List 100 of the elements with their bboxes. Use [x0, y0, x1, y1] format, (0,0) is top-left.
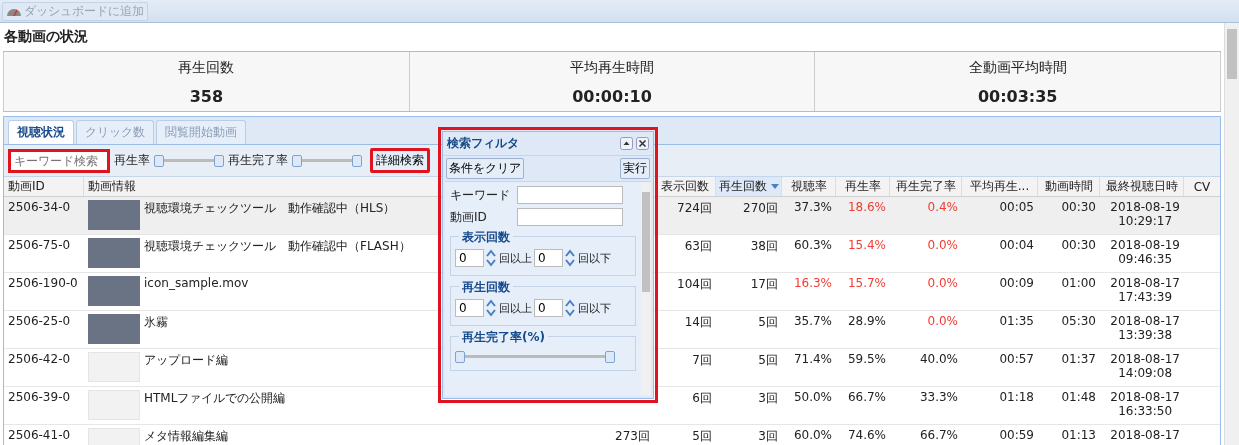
column-header[interactable]: 視聴率 [782, 177, 836, 196]
slider-thumb[interactable] [154, 154, 164, 167]
table-cell: 7回 [692, 352, 712, 369]
table-cell: 01:13 [1061, 428, 1096, 442]
table-cell: 724回 [677, 200, 712, 217]
spinner-arrows-icon[interactable] [564, 298, 576, 318]
field-label: 動画ID [450, 208, 488, 226]
summary-label: 全動画平均時間 [967, 59, 1068, 77]
video-title: 氷霧 [144, 314, 168, 331]
table-cell: 15.7% [847, 276, 886, 290]
column-header[interactable]: 再生回数 [716, 177, 782, 196]
table-cell: 6回 [692, 390, 712, 407]
table-cell: 0.0% [927, 276, 958, 290]
spinner-arrows-icon[interactable] [564, 248, 576, 268]
table-cell: 01:00 [1061, 276, 1096, 290]
slider-thumb[interactable] [455, 351, 465, 363]
detail-search-button[interactable]: 詳細検索 [370, 148, 430, 173]
number-field[interactable]: 0 [534, 299, 563, 317]
slider-label: 再生完了率 [228, 152, 288, 169]
column-header[interactable]: 最終視聴日時 [1100, 177, 1184, 196]
column-header[interactable]: CV [1184, 177, 1220, 196]
video-title: 視聴環境チェックツール 動作確認中（HLS） [144, 200, 396, 217]
table-cell: 37.3% [793, 200, 832, 214]
video-title: 視聴環境チェックツール 動作確認中（FLASH） [144, 238, 411, 255]
column-header[interactable]: 平均再生... [962, 177, 1038, 196]
tab[interactable]: 視聴状況 [8, 120, 74, 144]
table-cell: 01:37 [1061, 352, 1096, 366]
table-cell: 5回 [758, 352, 778, 369]
table-cell: 33.3% [919, 390, 958, 404]
close-icon[interactable] [636, 137, 649, 150]
table-cell: 15.4% [847, 238, 886, 252]
table-cell: 35.7% [793, 314, 832, 328]
video-id: 2506-41-0 [8, 428, 71, 442]
table-cell: 00:09 [999, 276, 1034, 290]
summary-value: 00:03:35 [976, 87, 1059, 106]
spinner-arrows-icon[interactable] [485, 298, 497, 318]
group-title: 再生完了率(%) [459, 329, 548, 346]
table-cell: 00:30 [1061, 238, 1096, 252]
table-cell: 2018-08-17 14:09:08 [1110, 352, 1180, 380]
slider-thumb[interactable] [605, 351, 615, 363]
table-cell: 40.0% [919, 352, 958, 366]
column-header[interactable]: 再生完了率 [890, 177, 962, 196]
table-cell: 28.9% [847, 314, 886, 328]
table-row[interactable]: 2506-41-0 メタ情報編集編 273回 5回 3回 60.0% 74.6% 66.7% 00:59 01:13 2018-08-17 [4, 425, 1220, 445]
number-field[interactable]: 0 [534, 249, 563, 267]
column-header[interactable]: 動画時間 [1038, 177, 1100, 196]
table-cell: 0.0% [927, 238, 958, 252]
table-cell: 2018-08-19 10:29:17 [1110, 200, 1180, 228]
slider-thumb[interactable] [214, 154, 224, 167]
spinner-arrows-icon[interactable] [485, 248, 497, 268]
summary-value: 358 [188, 87, 225, 106]
table-cell: 63回 [684, 238, 712, 255]
clear-conditions-button[interactable]: 条件をクリア [446, 158, 524, 179]
table-cell: 17回 [750, 276, 778, 293]
table-cell: 50.0% [793, 390, 832, 404]
table-cell: 01:35 [999, 314, 1034, 328]
slider-label: 再生率 [114, 152, 150, 169]
table-cell: 71.4% [793, 352, 832, 366]
table-cell: 16.3% [793, 276, 832, 290]
table-cell: 3回 [758, 390, 778, 407]
collapse-icon[interactable] [620, 137, 633, 150]
table-cell: 2018-08-19 09:46:35 [1110, 238, 1180, 266]
slider-thumb[interactable] [352, 154, 362, 167]
text-input-field[interactable] [517, 186, 623, 204]
slider-thumb[interactable] [292, 154, 302, 167]
table-cell: 5回 [692, 428, 712, 445]
column-header[interactable]: 動画ID [4, 177, 84, 196]
table-cell: 273回 [615, 428, 650, 445]
summary-value: 00:00:10 [571, 87, 653, 106]
run-button[interactable]: 実行 [620, 158, 650, 179]
table-cell: 66.7% [919, 428, 958, 442]
table-cell: 01:18 [999, 390, 1034, 404]
table-cell: 104回 [677, 276, 712, 293]
table-cell: 00:05 [999, 200, 1034, 214]
video-id: 2506-42-0 [8, 352, 71, 366]
video-id: 2506-39-0 [8, 390, 71, 404]
scrollbar[interactable] [641, 182, 651, 396]
number-field[interactable]: 0 [455, 249, 484, 267]
table-cell: 2018-08-17 [1110, 428, 1180, 442]
video-id: 2506-34-0 [8, 200, 71, 214]
table-cell: 00:57 [999, 352, 1034, 366]
range-slider[interactable] [292, 154, 362, 167]
scrollbar[interactable] [1224, 23, 1239, 445]
table-cell: 0.4% [927, 200, 958, 214]
table-cell: 00:30 [1061, 200, 1096, 214]
range-slider[interactable] [154, 154, 224, 167]
keyword-search-field[interactable]: キーワード検索 [8, 148, 110, 173]
video-title: HTMLファイルでの公開編 [144, 390, 286, 407]
table-cell: 18.6% [847, 200, 886, 214]
table-cell: 60.3% [793, 238, 832, 252]
range-slider[interactable] [455, 351, 615, 363]
video-title: アップロード編 [144, 352, 228, 369]
group-title: 再生回数 [459, 279, 513, 296]
table-cell: 2018-08-17 17:43:39 [1110, 276, 1180, 304]
number-field[interactable]: 0 [455, 299, 484, 317]
column-header[interactable]: 再生率 [836, 177, 890, 196]
summary-label: 平均再生時間 [569, 59, 655, 77]
text-input-field[interactable] [517, 208, 623, 226]
table-cell: 00:04 [999, 238, 1034, 252]
spinner-suffix: 回以上 [499, 300, 532, 316]
